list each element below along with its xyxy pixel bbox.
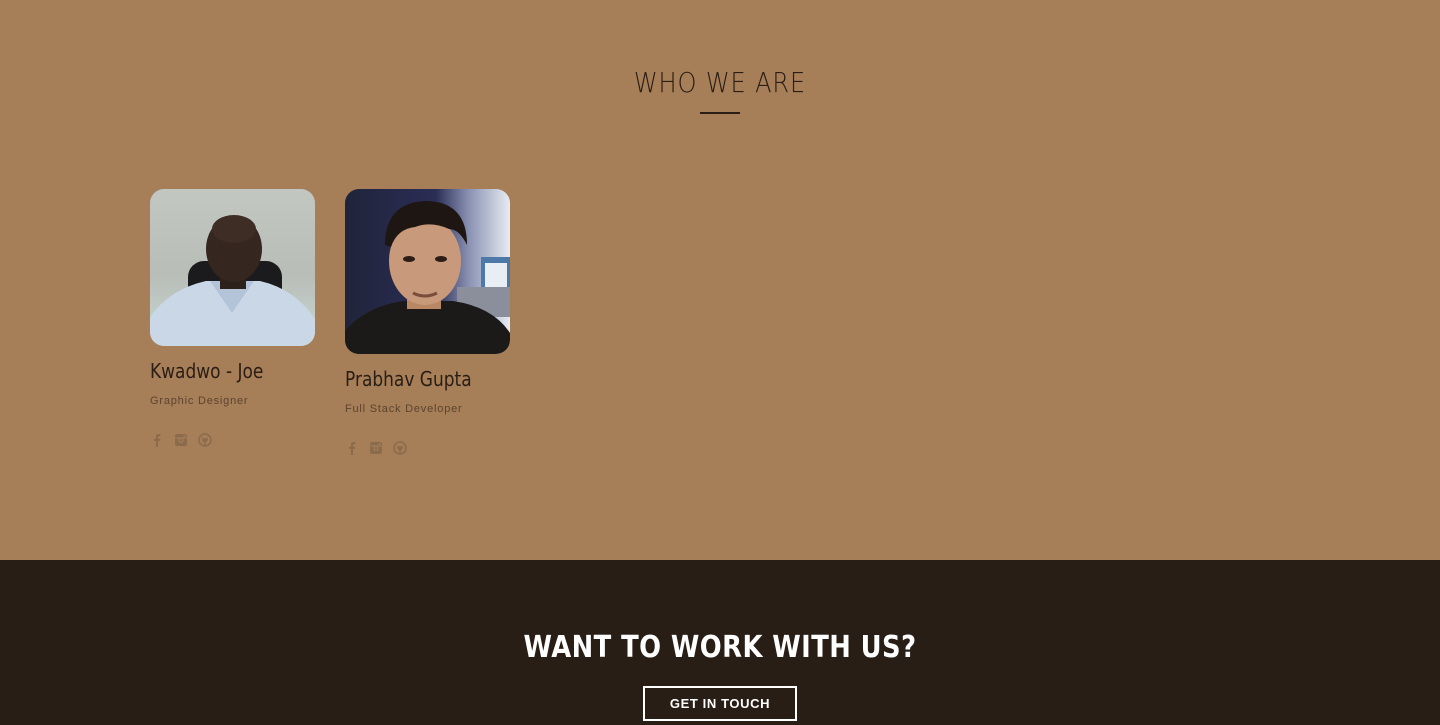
facebook-icon[interactable] [345,441,359,455]
member-role: Full Stack Developer [345,403,463,415]
social-links [150,433,212,447]
team-member-card: Kwadwo - Joe Graphic Designer [150,189,320,447]
github-icon[interactable] [198,433,212,447]
section-title: WHO WE ARE [633,66,807,99]
instagram-icon[interactable] [174,433,188,447]
title-underline [700,112,740,114]
facebook-icon[interactable] [150,433,164,447]
member-name: Kwadwo - Joe [150,359,264,383]
social-links [345,441,407,455]
member-photo-image [345,201,510,354]
member-name: Prabhav Gupta [345,367,472,391]
get-in-touch-button[interactable]: GET IN TOUCH [643,686,797,721]
team-section: WHO WE ARE Kwadwo - Joe Graphic Designer [0,0,1440,560]
cta-title: WANT TO WORK WITH US? [523,630,917,665]
member-photo [150,189,315,346]
instagram-icon[interactable] [369,441,383,455]
team-member-card: Prabhav Gupta Full Stack Developer [345,189,515,455]
github-icon[interactable] [393,441,407,455]
member-photo [345,189,510,354]
member-photo-image [150,215,315,346]
cta-section: WANT TO WORK WITH US? GET IN TOUCH [0,560,1440,725]
member-role: Graphic Designer [150,395,249,407]
